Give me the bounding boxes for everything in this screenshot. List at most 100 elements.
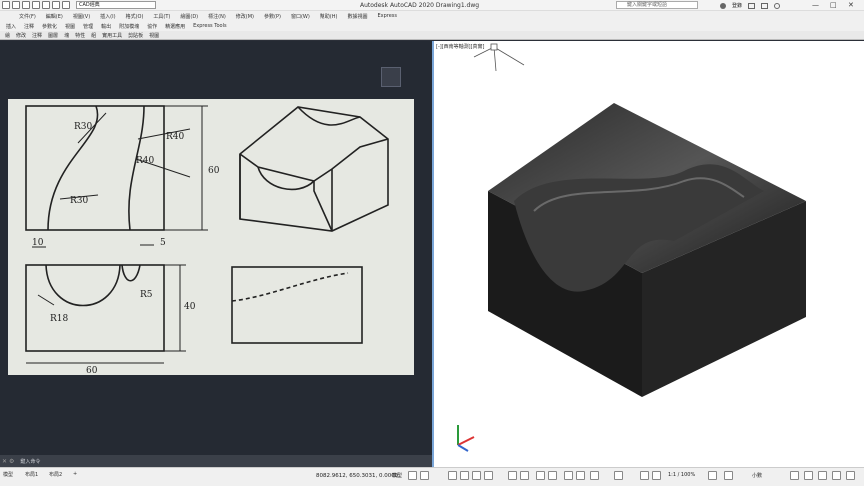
command-settings-icon[interactable]: ⚙: [9, 458, 14, 465]
ribbon-tab-8[interactable]: 精選應用: [161, 23, 189, 30]
menu-item-12[interactable]: 數據視圖: [342, 13, 372, 20]
search-input[interactable]: 鍵入關鍵字或短語: [616, 1, 698, 9]
new-file-icon[interactable]: [2, 1, 10, 9]
dim-r5: R5: [140, 290, 153, 300]
save-as-icon[interactable]: [32, 1, 40, 9]
redo-icon[interactable]: [62, 1, 70, 9]
ribbon-tab-9[interactable]: Express Tools: [189, 23, 230, 29]
isolate-objects-icon[interactable]: [818, 471, 827, 480]
menu-item-5[interactable]: 工具(T): [148, 13, 175, 20]
model-3d-svg: [457, 43, 806, 452]
ribbon-panel-9[interactable]: 視圖: [146, 32, 162, 39]
command-line[interactable]: ✕ ⚙ 鍵入命令: [0, 455, 432, 467]
maximize-icon[interactable]: □: [830, 1, 837, 9]
drawing-svg: R30 R40 R40 R30 60 10 5 R18 R5 40 60: [25, 105, 389, 376]
dynamic-ucs-icon[interactable]: [576, 471, 585, 480]
annotation-monitor-icon[interactable]: [724, 471, 733, 480]
menu-item-2[interactable]: 視圖(V): [68, 13, 95, 20]
ribbon-tab-1[interactable]: 注釋: [20, 23, 38, 30]
model-space-label[interactable]: 模型: [392, 472, 402, 479]
snap-icon[interactable]: [420, 471, 429, 480]
help-icon[interactable]: [774, 2, 781, 9]
login-label[interactable]: 登錄: [732, 2, 742, 9]
ribbon-tab-4[interactable]: 管理: [79, 23, 97, 30]
quick-properties-icon[interactable]: [790, 471, 799, 480]
menu-item-13[interactable]: Express: [372, 13, 402, 19]
3d-osnap-icon[interactable]: [564, 471, 573, 480]
menu-item-8[interactable]: 修改(M): [231, 13, 259, 20]
dim-w10: 10: [32, 238, 44, 248]
r40-curve: [128, 105, 145, 231]
workspace-select[interactable]: CAD經典: [76, 1, 156, 9]
polar-icon[interactable]: [460, 471, 469, 480]
menu-item-6[interactable]: 繪圖(D): [175, 13, 203, 20]
grid-icon[interactable]: [408, 471, 417, 480]
menu-item-4[interactable]: 格式(O): [121, 13, 149, 20]
status-bar: 模型 布局1 布局2 + 8082.9612, 650.3031, 0.0000…: [0, 467, 864, 486]
user-icon[interactable]: [720, 2, 726, 9]
lineweight-icon[interactable]: [520, 471, 529, 480]
ribbon-tab-0[interactable]: 插入: [2, 23, 20, 30]
title-bar: CAD經典 Autodesk AutoCAD 2020 Drawing1.dwg…: [0, 0, 864, 11]
menu-item-1[interactable]: 編輯(E): [41, 13, 68, 20]
isodraft-icon[interactable]: [472, 471, 481, 480]
selection-filter-icon[interactable]: [590, 471, 599, 480]
undo-icon[interactable]: [52, 1, 60, 9]
ribbon-panel-8[interactable]: 剪貼板: [125, 32, 146, 39]
minimize-icon[interactable]: —: [812, 1, 819, 9]
ribbon-panel-3[interactable]: 圖層: [45, 32, 61, 39]
ribbon-panel-7[interactable]: 實用工具: [99, 32, 125, 39]
ribbon-tab-7[interactable]: 協作: [143, 23, 161, 30]
tab-layout1[interactable]: 布局1: [22, 471, 41, 478]
ribbon-panel-4[interactable]: 塊: [61, 32, 72, 39]
annotation-scale[interactable]: 1:1 / 100%: [668, 472, 695, 478]
dim-w60: 60: [86, 366, 98, 375]
ribbon-panel-0[interactable]: 繪: [2, 32, 13, 39]
transparency-icon[interactable]: [536, 471, 545, 480]
add-layout-icon[interactable]: +: [70, 471, 80, 477]
command-input[interactable]: 鍵入命令: [20, 458, 40, 465]
ribbon-tab-3[interactable]: 視圖: [61, 23, 79, 30]
ribbon-panel-6[interactable]: 組: [88, 32, 99, 39]
connect-icon[interactable]: [761, 2, 769, 9]
workspace-switch-icon[interactable]: [708, 471, 717, 480]
ribbon-panel-1[interactable]: 修改: [13, 32, 29, 39]
tab-model[interactable]: 模型: [0, 471, 16, 478]
close-icon[interactable]: ✕: [848, 1, 854, 9]
menu-item-11[interactable]: 幫助(H): [315, 13, 343, 20]
dim-r30-bottom: R30: [70, 196, 89, 206]
ribbon-tab-2[interactable]: 參數化: [38, 23, 61, 30]
ribbon-tab-5[interactable]: 輸出: [97, 23, 115, 30]
ortho-icon[interactable]: [448, 471, 457, 480]
dim-r18: R18: [50, 314, 69, 324]
open-file-icon[interactable]: [12, 1, 20, 9]
viewport-label[interactable]: [-][西南等軸測][真實]: [436, 43, 485, 50]
save-icon[interactable]: [22, 1, 30, 9]
ribbon-tab-6[interactable]: 附加模塊: [115, 23, 143, 30]
reference-drawing-image: R30 R40 R40 R30 60 10 5 R18 R5 40 60: [8, 99, 414, 376]
print-icon[interactable]: [42, 1, 50, 9]
osnap-track-icon[interactable]: [484, 471, 493, 480]
menu-item-3[interactable]: 插入(I): [95, 13, 120, 20]
customize-icon[interactable]: [846, 471, 855, 480]
menu-item-9[interactable]: 參數(P): [259, 13, 286, 20]
viewcube-icon[interactable]: [381, 67, 401, 87]
tab-layout2[interactable]: 布局2: [46, 471, 65, 478]
right-viewport[interactable]: [432, 41, 864, 467]
menu-item-0[interactable]: 文件(F): [14, 13, 41, 20]
units-label[interactable]: 小數: [752, 472, 762, 479]
command-close-icon[interactable]: ✕: [2, 458, 7, 465]
selection-cycling-icon[interactable]: [548, 471, 557, 480]
auto-scale-icon[interactable]: [652, 471, 661, 480]
osnap-icon[interactable]: [508, 471, 517, 480]
menu-item-7[interactable]: 標注(N): [203, 13, 231, 20]
ribbon-panel-2[interactable]: 注釋: [29, 32, 45, 39]
annotation-visibility-icon[interactable]: [640, 471, 649, 480]
lock-ui-icon[interactable]: [804, 471, 813, 480]
ribbon-panel-5[interactable]: 特性: [72, 32, 88, 39]
hardware-acceleration-icon[interactable]: [832, 471, 841, 480]
menu-item-10[interactable]: 窗口(W): [286, 13, 315, 20]
ucs-icon: [457, 425, 475, 452]
exchange-icon[interactable]: [748, 2, 756, 9]
gizmo-icon[interactable]: [614, 471, 623, 480]
